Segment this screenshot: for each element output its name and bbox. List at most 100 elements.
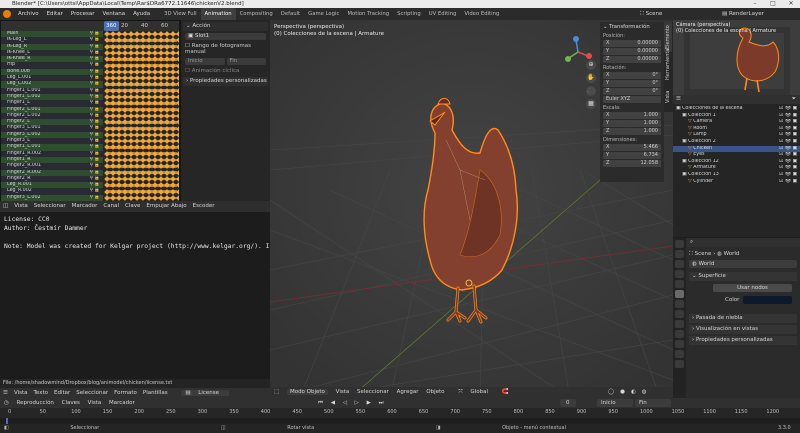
keyframe[interactable] bbox=[104, 138, 110, 144]
visibility-icons[interactable]: ☑ 👁 ▣ bbox=[779, 119, 797, 126]
keyframe[interactable] bbox=[152, 100, 158, 107]
keyframe[interactable] bbox=[170, 138, 176, 144]
keyframe[interactable] bbox=[158, 100, 164, 107]
keyframe[interactable] bbox=[146, 81, 152, 88]
physics-tab-icon[interactable] bbox=[675, 330, 684, 338]
surface-panel-header[interactable]: ⌄ Superficie bbox=[689, 272, 797, 281]
keyframe[interactable] bbox=[110, 56, 116, 63]
keyframe[interactable] bbox=[152, 37, 158, 44]
camera-view-icon[interactable]: 🎥 bbox=[586, 86, 596, 96]
outliner-row[interactable]: ▣ Colección 12 ☑ 👁 ▣ bbox=[673, 159, 800, 166]
keyframe[interactable] bbox=[116, 163, 122, 170]
keyframe[interactable] bbox=[158, 37, 164, 44]
keyframe[interactable] bbox=[164, 182, 170, 189]
scene-tab-icon[interactable] bbox=[675, 280, 684, 288]
transform-header[interactable]: ⌄ Transformación bbox=[600, 22, 664, 32]
keyframe[interactable] bbox=[140, 75, 146, 82]
dopesheet-menu-4[interactable]: Clave bbox=[125, 203, 140, 209]
keyframe[interactable] bbox=[128, 81, 134, 88]
workspace-tab[interactable]: Motion Tracking bbox=[343, 8, 393, 20]
menu-marker[interactable]: Marcador bbox=[109, 400, 135, 406]
keyframe[interactable] bbox=[104, 182, 110, 189]
clock-icon[interactable]: ◷ bbox=[4, 400, 9, 406]
menu-2[interactable]: Procesar bbox=[67, 8, 99, 20]
blender-logo-icon[interactable] bbox=[3, 10, 11, 18]
keyframe[interactable] bbox=[134, 75, 140, 82]
playback-controls[interactable]: ⏮ ◀ ◁ ▷ ▶ ⏭ bbox=[318, 398, 390, 408]
menu-object[interactable]: Objeto bbox=[426, 389, 444, 395]
close-icon[interactable]: ✕ bbox=[782, 0, 800, 8]
rotation-y-field[interactable]: Y 0° bbox=[603, 80, 661, 87]
dopesheet-frame-ruler[interactable]: 360 20 40 60 bbox=[1, 21, 179, 31]
text-editor-content[interactable]: License: CC0 Author: Čestmír Dammer Note: … bbox=[0, 212, 270, 379]
keyframe[interactable] bbox=[104, 81, 110, 88]
timeline-ruler[interactable]: 0 50 100 150 200 250 300 350 400 450 500 550 600 650 7… bbox=[0, 408, 800, 418]
location-x-field[interactable]: X 0.00000 bbox=[603, 40, 661, 47]
snap-icon[interactable]: 🧲 bbox=[502, 389, 509, 395]
menu-0[interactable]: Archivo bbox=[14, 8, 43, 20]
keyframe-area[interactable] bbox=[103, 31, 179, 211]
keyframe[interactable] bbox=[128, 56, 134, 63]
keyframe[interactable] bbox=[104, 56, 110, 63]
transform-orientation-dropdown[interactable]: ⤧ Global bbox=[458, 389, 494, 395]
outliner-row[interactable]: ▣ Colección 13 ☑ 👁 ▣ bbox=[673, 172, 800, 179]
keyframe[interactable] bbox=[170, 163, 176, 170]
outliner-row[interactable]: ▽ Cylinder ☑ 👁 ▣ bbox=[673, 179, 800, 186]
custom-props-panel[interactable]: › Propiedades personalizadas bbox=[183, 77, 268, 86]
keyframe[interactable] bbox=[170, 37, 176, 44]
menu-playback[interactable]: Reproducción bbox=[17, 400, 54, 406]
keyframe[interactable] bbox=[134, 182, 140, 189]
keyframe[interactable] bbox=[146, 119, 152, 126]
outliner-row[interactable]: ▽ Eyes ☑ 👁 ▣ bbox=[673, 152, 800, 159]
keyframe[interactable] bbox=[158, 119, 164, 126]
text-menu-5[interactable]: Plantillas bbox=[143, 390, 168, 396]
workspace-tab[interactable]: Scripting bbox=[393, 8, 425, 20]
world-datablock-field[interactable]: ◍ World bbox=[689, 260, 797, 268]
action-panel-header[interactable]: ⌄ Acción bbox=[183, 22, 268, 31]
modifier-tab-icon[interactable] bbox=[675, 310, 684, 318]
keyframe[interactable] bbox=[104, 144, 110, 151]
dopesheet-menu-1[interactable]: Seleccionar bbox=[34, 203, 66, 209]
data-tab-icon[interactable] bbox=[675, 350, 684, 358]
output-tab-icon[interactable] bbox=[675, 260, 684, 268]
cyclic-animation-checkbox[interactable]: ☐ Animación cíclica bbox=[185, 68, 266, 74]
workspace-tab[interactable]: UV Editing bbox=[425, 8, 461, 20]
keyframe[interactable] bbox=[128, 144, 134, 151]
keyframe[interactable] bbox=[110, 81, 116, 88]
visibility-icons[interactable]: ☑ 👁 ▣ bbox=[779, 179, 797, 186]
keyframe[interactable] bbox=[110, 182, 116, 189]
current-frame-field[interactable]: 0 bbox=[560, 399, 576, 407]
rotation-mode-dropdown[interactable]: Euler XYZ bbox=[603, 96, 661, 103]
keyframe[interactable] bbox=[110, 75, 116, 82]
visibility-icons[interactable]: ☑ 👁 ▣ bbox=[779, 152, 797, 159]
keyframe[interactable] bbox=[146, 138, 152, 144]
end-frame-field[interactable]: Fin 1200 bbox=[635, 399, 671, 407]
keyframe[interactable] bbox=[122, 37, 128, 44]
keyframe[interactable] bbox=[164, 75, 170, 82]
keyframe[interactable] bbox=[122, 163, 128, 170]
text-file-selector[interactable]: ▤ License bbox=[181, 390, 230, 396]
object-tab-icon[interactable] bbox=[675, 300, 684, 308]
text-editor-icon[interactable]: ☰ bbox=[3, 390, 8, 396]
current-frame-indicator[interactable]: 360 bbox=[104, 21, 119, 31]
keyframe[interactable] bbox=[152, 138, 158, 144]
jump-end-icon[interactable]: ⏭ bbox=[379, 400, 384, 406]
keyframe[interactable] bbox=[116, 75, 122, 82]
keyframe[interactable] bbox=[116, 100, 122, 107]
ortho-grid-icon[interactable]: ▦ bbox=[586, 99, 596, 109]
frame-end-field[interactable]: Fin bbox=[226, 58, 266, 65]
keyframe[interactable] bbox=[134, 119, 140, 126]
dimensions-y-field[interactable]: Y 6.734 bbox=[603, 152, 661, 159]
workspace-tab[interactable]: 3D View Full bbox=[160, 8, 200, 20]
keyframe[interactable] bbox=[122, 56, 128, 63]
workspace-tab[interactable]: Default bbox=[277, 8, 304, 20]
manual-range-checkbox[interactable]: ☐ Rango de fotogramas manual bbox=[185, 43, 266, 55]
keyframe[interactable] bbox=[140, 182, 146, 189]
outliner-icon[interactable]: ☰ bbox=[676, 96, 681, 102]
world-color-swatch[interactable] bbox=[743, 296, 792, 304]
keyframe[interactable] bbox=[122, 144, 128, 151]
keyframe[interactable] bbox=[140, 138, 146, 144]
visibility-icons[interactable]: ☑ 👁 ▣ bbox=[779, 146, 797, 153]
keyframe[interactable] bbox=[116, 182, 122, 189]
keyframe[interactable] bbox=[146, 56, 152, 63]
